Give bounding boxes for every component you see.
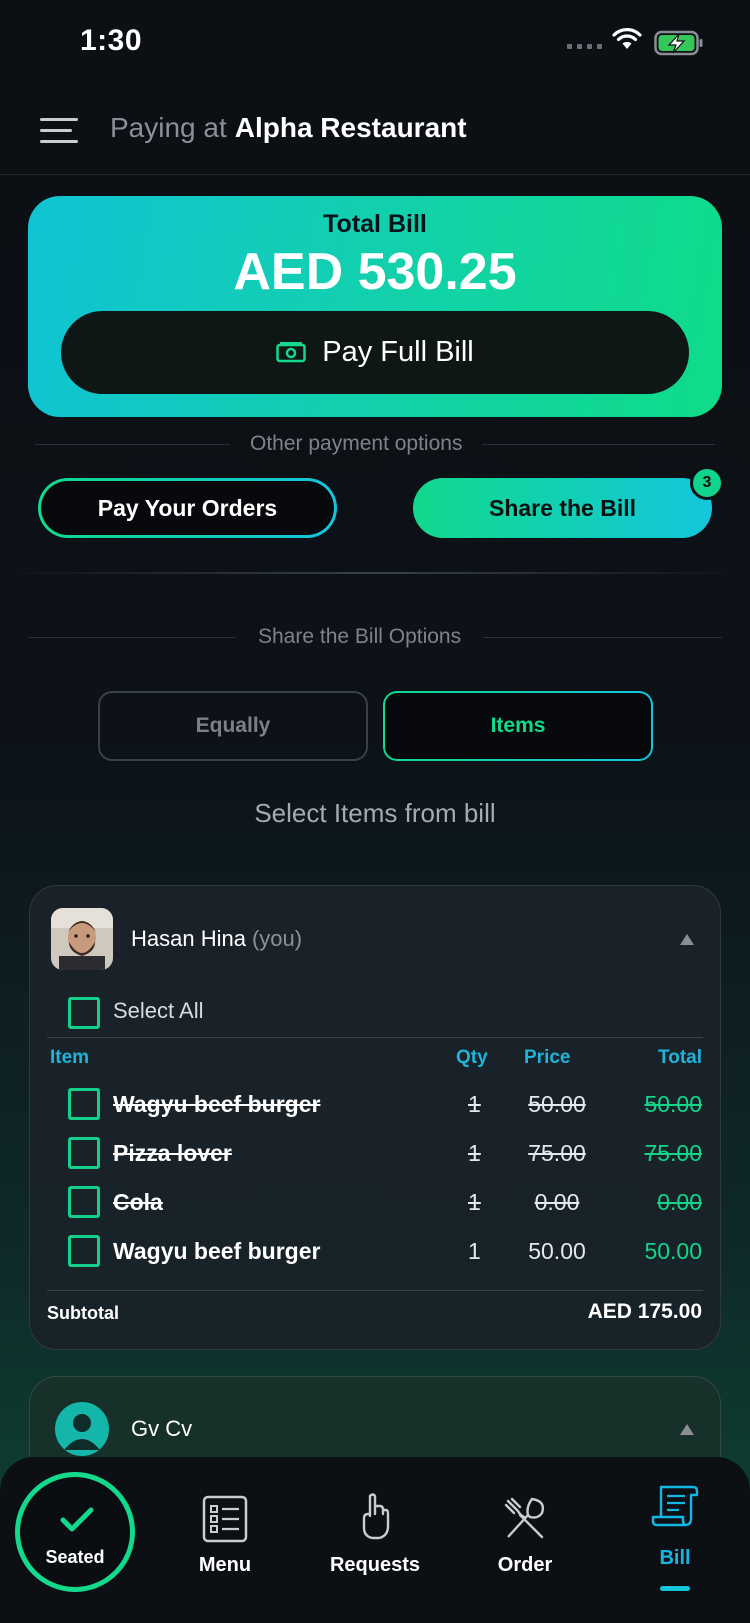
item-name: Pizza lover [113,1140,232,1166]
cash-icon [276,341,306,362]
total-bill-card: Total Bill AED 530.25 Pay Full Bill [28,196,722,417]
item-qty: 1 [468,1140,481,1166]
person-name-text: Hasan Hina [131,926,246,951]
seated-label: Seated [45,1547,105,1567]
share-options-label: Share the Bill Options [258,625,462,648]
person-name: Hasan Hina (you) [131,926,302,952]
item-price: 50.00 [528,1091,586,1117]
checkmark-icon [60,1507,94,1532]
share-the-bill-button[interactable]: Share the Bill [413,478,712,538]
seated-status-button[interactable]: Seated [15,1472,135,1592]
battery-charging-icon [654,30,703,56]
select-items-hint: Select Items from bill [254,798,496,828]
item-qty: 1 [468,1238,481,1264]
cellular-signal-icon [567,44,602,49]
menu-icon[interactable] [40,114,82,146]
other-options-label: Other payment options [250,432,463,455]
item-checkbox[interactable] [68,1088,100,1120]
select-all-checkbox[interactable] [68,997,100,1029]
item-name: Wagyu beef burger [113,1238,321,1264]
item-checkbox[interactable] [68,1186,100,1218]
divider [47,1290,703,1291]
status-bar: 1:30 [0,0,750,86]
you-tag: (you) [251,926,303,951]
fork-knife-icon [504,1497,545,1539]
receipt-icon [651,1485,699,1527]
split-equally-tab[interactable]: Equally [98,691,368,761]
share-options-divider: Share the Bill Options [28,625,722,649]
page-title: Paying at Alpha Restaurant [110,112,467,144]
app-header: Paying at Alpha Restaurant [0,86,750,175]
column-header-price: Price [524,1047,571,1068]
pay-full-bill-label: Pay Full Bill [322,336,474,368]
pay-your-orders-button[interactable]: Pay Your Orders [38,478,337,538]
select-all-label: Select All [113,998,204,1023]
item-price: 75.00 [528,1140,586,1166]
person-name-text: Gv Cv [131,1416,193,1441]
active-tab-indicator [660,1586,690,1591]
tab-menu-label: Menu [198,1554,252,1576]
item-price: 0.00 [534,1189,580,1215]
avatar-placeholder-icon [55,1402,109,1456]
tab-requests-label: Requests [329,1554,421,1576]
bottom-tab-bar: Seated Menu Requests Order Bill [0,1457,750,1623]
menu-list-icon [202,1495,248,1543]
item-total: 75.00 [644,1140,702,1166]
wifi-icon [612,28,642,49]
subtotal-label: Subtotal [47,1303,119,1323]
item-name: Wagyu beef burger [113,1091,321,1117]
item-qty: 1 [468,1091,481,1117]
item-qty: 1 [468,1189,481,1215]
collapse-caret-icon[interactable] [680,1424,694,1435]
item-total: 50.00 [644,1238,702,1264]
person-card: Hasan Hina (you) Select All Item Qty Pric… [29,885,721,1350]
pay-full-bill-button[interactable]: Pay Full Bill [61,311,689,394]
column-header-qty: Qty [456,1047,488,1068]
item-price: 50.00 [528,1238,586,1264]
other-options-divider: Other payment options [35,432,715,456]
item-checkbox[interactable] [68,1235,100,1267]
item-checkbox[interactable] [68,1137,100,1169]
avatar [51,908,113,970]
status-time: 1:30 [80,24,143,57]
section-divider [0,572,750,574]
tab-bill-label: Bill [659,1547,691,1569]
restaurant-name: Alpha Restaurant [234,112,467,143]
tab-order-label: Order [497,1554,553,1576]
item-total: 0.00 [657,1189,702,1215]
item-name: Cola [113,1189,163,1215]
column-header-total: Total [658,1047,702,1068]
total-bill-label: Total Bill [323,210,427,238]
collapse-caret-icon[interactable] [680,934,694,945]
item-total: 50.00 [644,1091,702,1117]
raised-hand-icon [362,1493,390,1540]
divider [47,1037,703,1038]
title-prefix: Paying at [110,112,227,143]
split-items-tab[interactable]: Items [383,691,653,761]
share-count-badge: 3 [690,466,724,500]
subtotal-value: AED 175.00 [587,1300,702,1323]
total-bill-amount: AED 530.25 [233,243,517,301]
column-header-item: Item [50,1047,90,1068]
